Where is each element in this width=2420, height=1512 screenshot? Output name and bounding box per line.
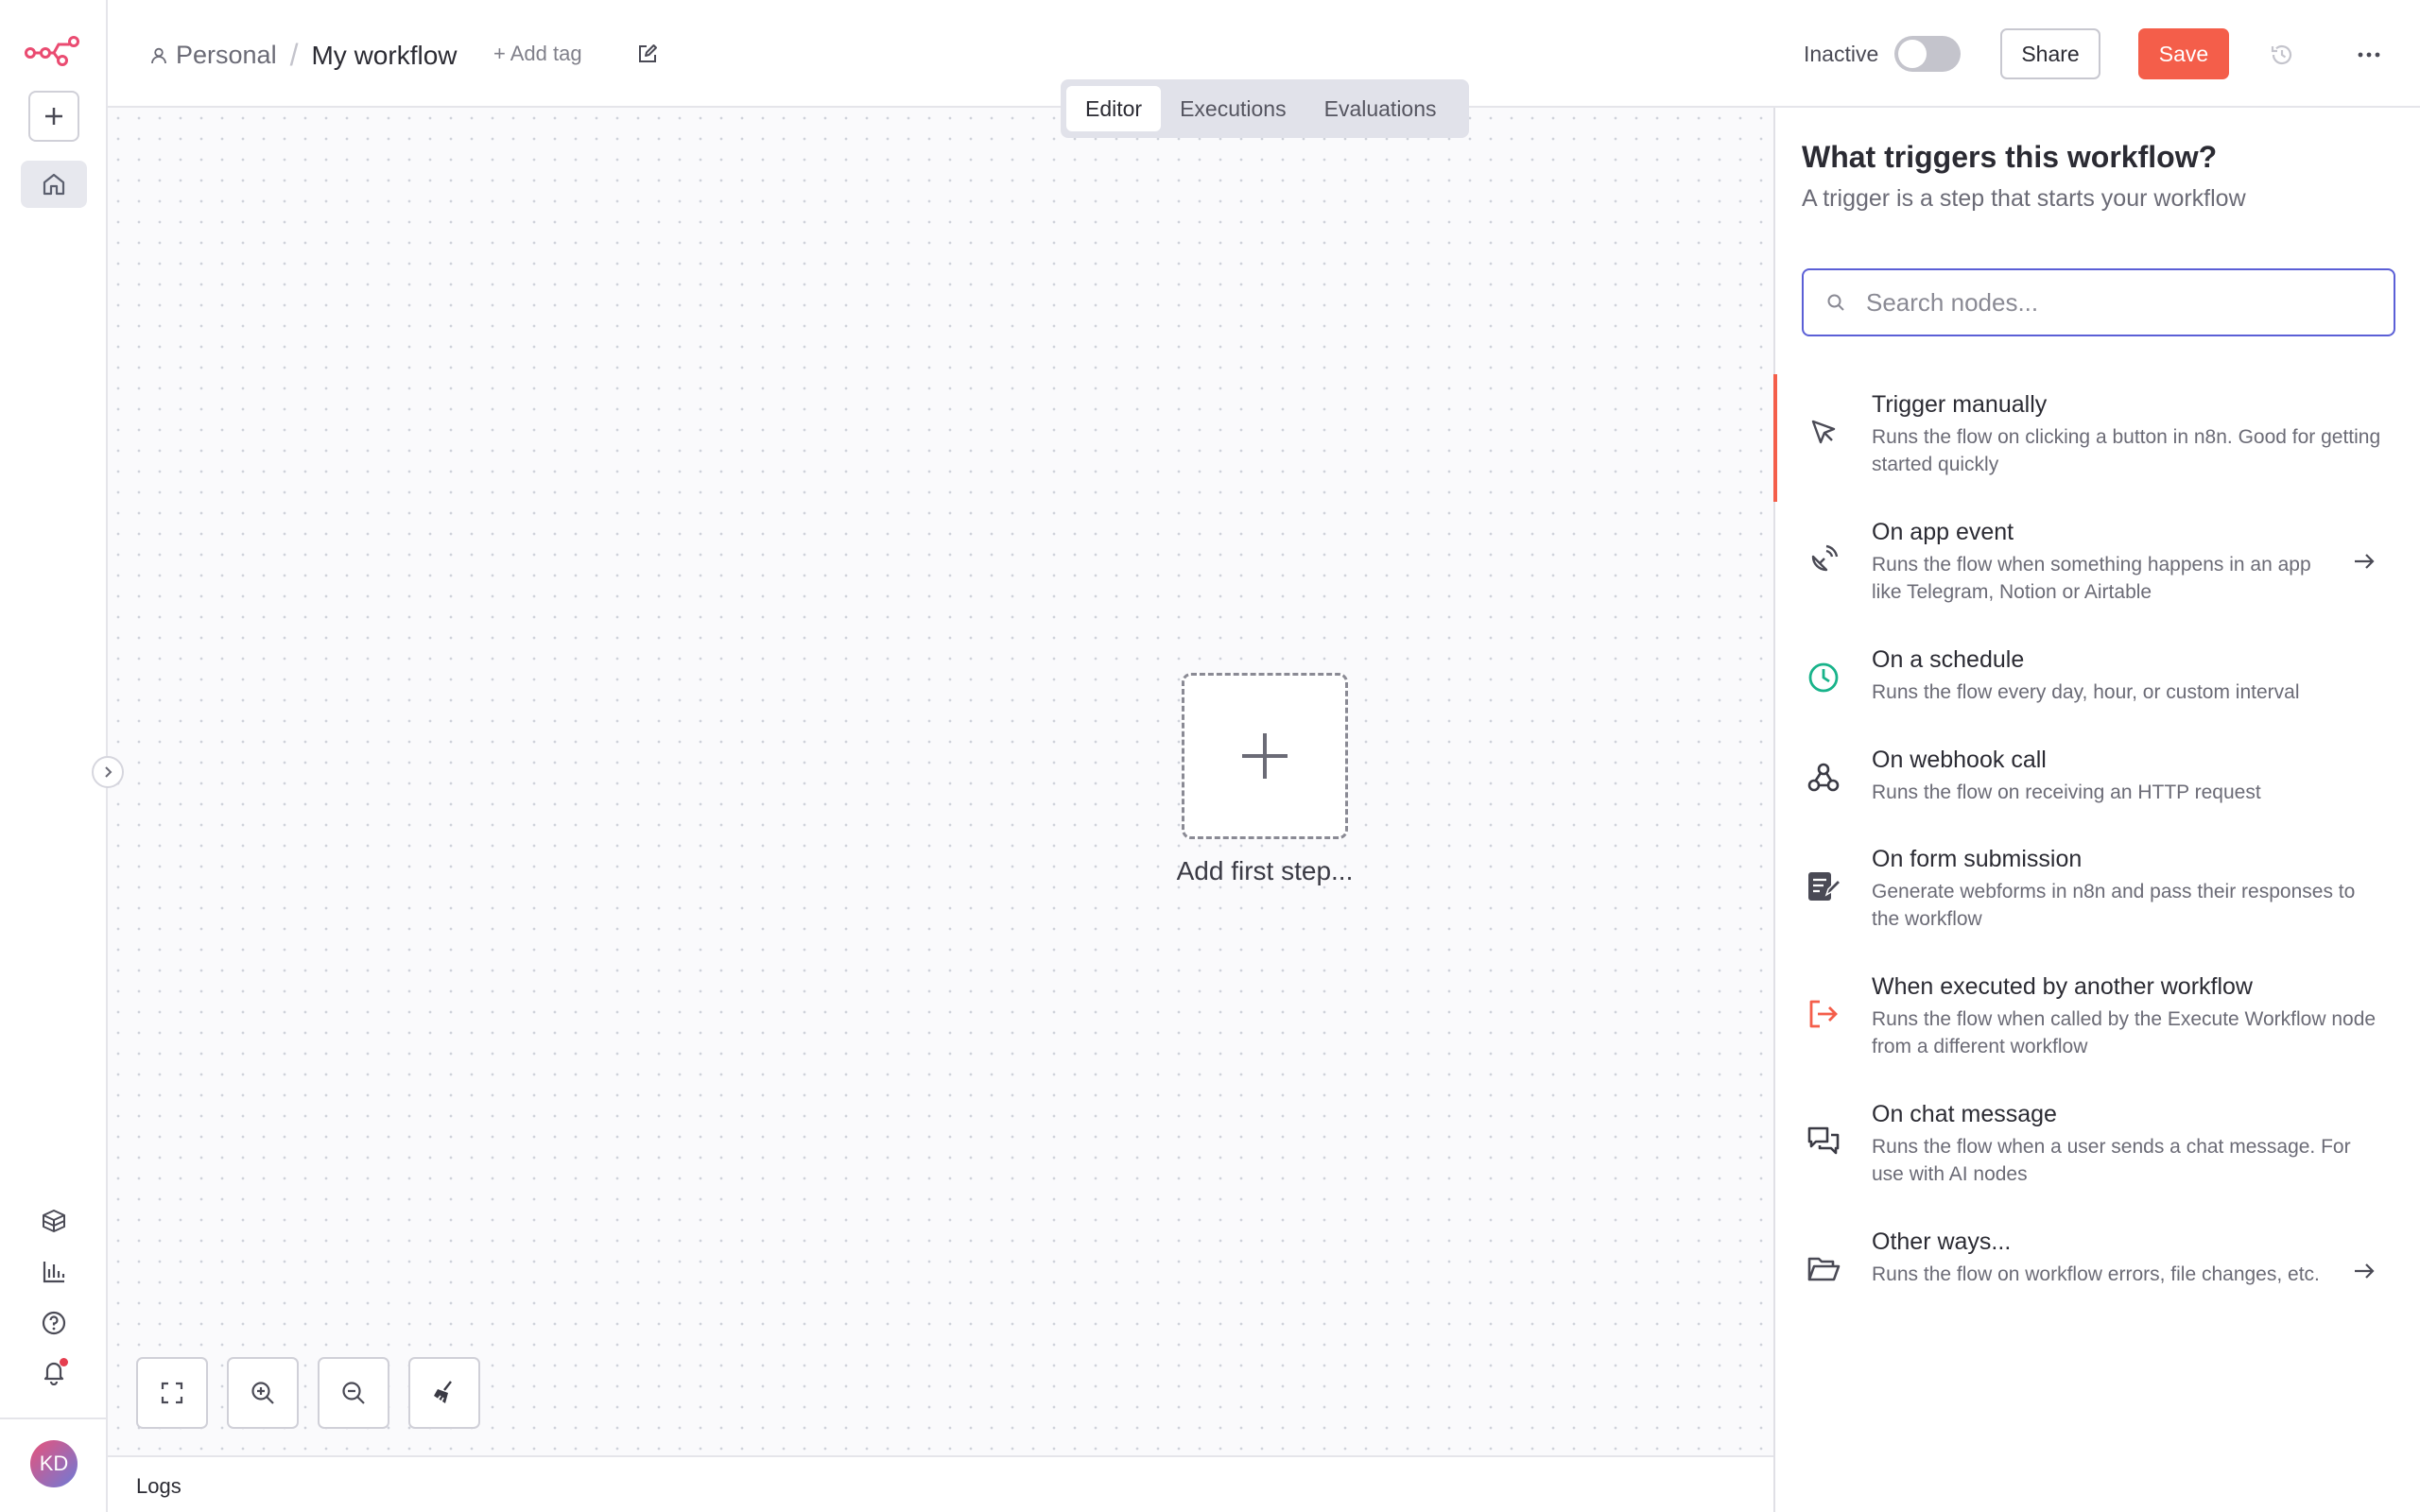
box-icon (43, 1210, 65, 1232)
active-toggle[interactable] (1894, 36, 1961, 72)
trigger-item-schedule[interactable]: On a schedule Runs the flow every day, h… (1775, 629, 2420, 730)
plus-icon (45, 108, 62, 125)
tidy-up-button[interactable] (408, 1357, 480, 1429)
more-horizontal-icon (2358, 52, 2380, 58)
view-tabs: Editor Executions Evaluations (1061, 79, 1469, 138)
bar-chart-icon (43, 1262, 65, 1283)
arrow-right-icon (2355, 1263, 2375, 1279)
user-avatar[interactable]: KD (30, 1440, 78, 1487)
add-first-step-label[interactable]: Add first step... (1134, 856, 1395, 886)
logs-label[interactable]: Logs (136, 1474, 182, 1499)
trigger-item-chat[interactable]: On chat message Runs the flow when a use… (1775, 1084, 2420, 1211)
chat-icon (1804, 1122, 1843, 1161)
sidebar-item-insights[interactable] (35, 1253, 73, 1291)
trigger-title: On app event (1872, 519, 2014, 545)
add-tag-button[interactable]: + Add tag (493, 42, 582, 66)
trigger-description: Runs the flow on receiving an HTTP reque… (1872, 782, 2261, 803)
panel-subtitle: A trigger is a step that starts your wor… (1802, 185, 2246, 212)
trigger-description: Runs the flow when called by the Execute… (1872, 1008, 2377, 1057)
node-creator-panel: What triggers this workflow? A trigger i… (1773, 108, 2420, 1512)
chevron-right-icon (105, 766, 112, 778)
plus-icon (1242, 733, 1288, 779)
search-input[interactable]: Search nodes... (1802, 268, 2395, 336)
trigger-title: On webhook call (1872, 747, 2047, 773)
zoom-out-button[interactable] (318, 1357, 389, 1429)
workflow-name[interactable]: My workflow (311, 41, 457, 71)
trigger-item-form[interactable]: On form submission Generate webforms in … (1775, 829, 2420, 956)
trigger-title: Other ways... (1872, 1228, 2012, 1255)
sidebar-item-notifications[interactable] (35, 1353, 73, 1391)
help-circle-icon (42, 1311, 66, 1335)
trigger-item-webhook[interactable]: On webhook call Runs the flow on receivi… (1775, 730, 2420, 829)
notification-badge (60, 1358, 68, 1366)
trigger-title: When executed by another workflow (1872, 973, 2253, 1000)
clock-icon (1804, 658, 1843, 697)
workflow-status-label: Inactive (1804, 42, 1879, 66)
logs-panel[interactable]: Logs (108, 1455, 1773, 1512)
trigger-description: Runs the flow when something happens in … (1872, 554, 2311, 603)
sidebar-item-templates[interactable] (35, 1202, 73, 1240)
more-options-button[interactable] (2350, 36, 2388, 74)
trigger-title: Trigger manually (1872, 391, 2048, 418)
zoom-in-button[interactable] (227, 1357, 299, 1429)
home-icon (43, 173, 65, 196)
n8n-logo-icon[interactable] (25, 34, 81, 66)
share-button[interactable]: Share (2000, 28, 2100, 79)
trigger-item-subworkflow[interactable]: When executed by another workflow Runs t… (1775, 956, 2420, 1084)
arrow-right-icon (2355, 554, 2375, 569)
trigger-description: Runs the flow every day, hour, or custom… (1872, 681, 2300, 703)
trigger-title: On a schedule (1872, 646, 2025, 673)
form-icon (1804, 867, 1843, 906)
workflow-canvas[interactable] (108, 108, 1773, 1455)
trigger-item-other[interactable]: Other ways... Runs the flow on workflow … (1775, 1211, 2420, 1339)
left-sidebar: KD (0, 0, 124, 1512)
search-placeholder: Search nodes... (1866, 287, 2039, 317)
sidebar-item-help[interactable] (35, 1304, 73, 1342)
zoom-out-icon (342, 1382, 365, 1404)
breadcrumb: Personal / My workflow (149, 38, 457, 73)
zoom-to-fit-button[interactable] (136, 1357, 208, 1429)
user-icon (151, 47, 166, 63)
edit-description-button[interactable] (631, 38, 664, 70)
cursor-icon (1804, 412, 1843, 452)
fullscreen-icon (161, 1382, 183, 1404)
zoom-in-icon (251, 1382, 274, 1404)
edit-icon (639, 44, 657, 62)
workflow-history-button[interactable] (2263, 36, 2301, 74)
sidebar-divider (0, 1418, 108, 1419)
breadcrumb-separator: / (289, 38, 299, 72)
trigger-description: Runs the flow on workflow errors, file c… (1872, 1263, 2320, 1285)
trigger-description: Runs the flow when a user sends a chat m… (1872, 1136, 2351, 1185)
trigger-title: On chat message (1872, 1101, 2057, 1127)
toggle-knob (1898, 40, 1927, 68)
tab-evaluations[interactable]: Evaluations (1305, 86, 1456, 131)
tab-executions[interactable]: Executions (1161, 86, 1305, 131)
trigger-item-manual[interactable]: Trigger manually Runs the flow on clicki… (1773, 374, 2420, 502)
trigger-title: On form submission (1872, 846, 2083, 872)
trigger-description: Generate webforms in n8n and pass their … (1872, 881, 2356, 930)
webhook-icon (1804, 758, 1843, 798)
trigger-item-app-event[interactable]: On app event Runs the flow when somethin… (1775, 502, 2420, 629)
search-icon (1827, 294, 1844, 311)
trigger-description: Runs the flow on clicking a button in n8… (1872, 426, 2381, 475)
create-button[interactable] (28, 91, 79, 142)
history-icon (2271, 44, 2292, 65)
broom-icon (434, 1381, 452, 1403)
sidebar-item-home[interactable] (21, 161, 87, 208)
folder-open-icon (1804, 1249, 1843, 1289)
add-first-step-button[interactable] (1182, 673, 1348, 839)
panel-title: What triggers this workflow? (1802, 140, 2218, 174)
sidebar-expand-button[interactable] (92, 756, 124, 788)
trigger-list: Trigger manually Runs the flow on clicki… (1773, 374, 2420, 1339)
save-button[interactable]: Save (2138, 28, 2229, 79)
breadcrumb-project[interactable]: Personal (149, 41, 277, 70)
satellite-dish-icon (1804, 540, 1843, 579)
breadcrumb-project-label: Personal (176, 41, 277, 69)
sign-in-icon (1804, 994, 1843, 1034)
tab-editor[interactable]: Editor (1066, 86, 1162, 131)
